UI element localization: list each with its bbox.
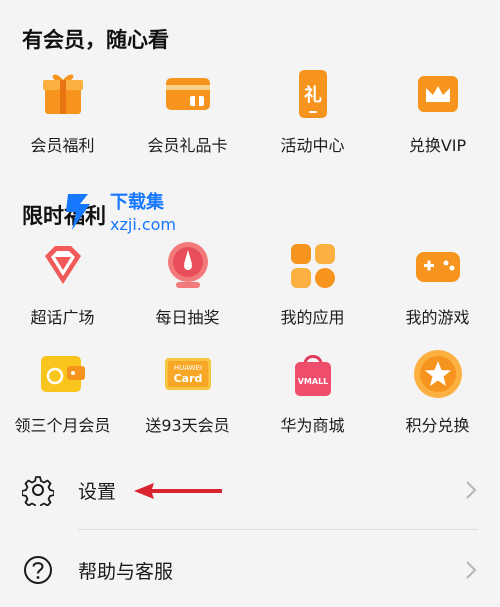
crown-icon xyxy=(412,68,464,120)
huawei-card-line2: Card xyxy=(173,372,202,385)
chevron-right-icon xyxy=(464,559,478,581)
super-topic-label: 超话广场 xyxy=(30,308,95,327)
redeem-vip-item[interactable]: 兑换VIP xyxy=(375,64,500,172)
huawei-card-line1: HUAWEI xyxy=(173,364,201,372)
huawei-card-icon: HUAWEI Card xyxy=(162,348,214,400)
gift-card-icon xyxy=(162,68,214,120)
member-benefits-label: 会员福利 xyxy=(30,136,95,155)
lottery-icon xyxy=(162,240,214,292)
redeem-vip-label: 兑换VIP xyxy=(408,136,467,155)
daily-lottery-item[interactable]: 每日抽奖 xyxy=(125,236,250,344)
huawei-mall-item[interactable]: VMALL 华为商城 xyxy=(250,344,375,452)
wallet-icon xyxy=(37,348,89,400)
ninety-three-day-member-label: 送93天会员 xyxy=(145,416,230,435)
points-exchange-item[interactable]: 积分兑换 xyxy=(375,344,500,452)
watermark-url: xzji.com xyxy=(110,215,176,234)
my-games-item[interactable]: 我的游戏 xyxy=(375,236,500,344)
watermark-brand: 下载集 xyxy=(110,191,165,213)
svg-text:礼: 礼 xyxy=(304,84,322,106)
annotation-arrow xyxy=(132,480,224,502)
divider xyxy=(78,529,478,530)
watermark-logo: 下载集 xzji.com xyxy=(58,186,208,236)
membership-grid: 会员福利 会员礼品卡 礼 活动中心 兑换VIP xyxy=(0,64,500,172)
my-apps-label: 我的应用 xyxy=(280,308,345,327)
settings-row[interactable]: 设置 xyxy=(0,460,500,520)
chevron-right-icon xyxy=(464,479,478,501)
vmall-text: VMALL xyxy=(297,377,328,386)
diamond-icon xyxy=(37,240,89,292)
activity-center-label: 活动中心 xyxy=(280,136,345,155)
super-topic-item[interactable]: 超话广场 xyxy=(0,236,125,344)
three-month-member-item[interactable]: 领三个月会员 xyxy=(0,344,125,452)
three-month-member-label: 领三个月会员 xyxy=(14,416,111,435)
gear-icon xyxy=(21,474,55,510)
huawei-mall-label: 华为商城 xyxy=(280,416,345,435)
limited-grid: 超话广场 每日抽奖 我的应用 我的游戏 领三个月会员 HUAWEI Card 送9… xyxy=(0,236,500,452)
activity-center-item[interactable]: 礼 活动中心 xyxy=(250,64,375,172)
points-exchange-label: 积分兑换 xyxy=(405,416,470,435)
settings-label: 设置 xyxy=(78,480,117,503)
section-title-membership: 有会员，随心看 xyxy=(22,28,169,52)
daily-lottery-label: 每日抽奖 xyxy=(155,308,220,327)
vmall-bag-icon: VMALL xyxy=(287,348,339,400)
apps-icon xyxy=(287,240,339,292)
help-label: 帮助与客服 xyxy=(78,560,174,583)
ninety-three-day-member-item[interactable]: HUAWEI Card 送93天会员 xyxy=(125,344,250,452)
member-benefits-item[interactable]: 会员福利 xyxy=(0,64,125,172)
question-circle-icon xyxy=(22,554,54,586)
gamepad-icon xyxy=(412,240,464,292)
gift-icon xyxy=(37,68,89,120)
my-apps-item[interactable]: 我的应用 xyxy=(250,236,375,344)
help-row[interactable]: 帮助与客服 xyxy=(0,540,500,600)
star-coin-icon xyxy=(412,348,464,400)
phone-gift-icon: 礼 xyxy=(287,68,339,120)
my-games-label: 我的游戏 xyxy=(405,308,470,327)
member-gift-card-item[interactable]: 会员礼品卡 xyxy=(125,64,250,172)
member-gift-card-label: 会员礼品卡 xyxy=(147,136,228,155)
